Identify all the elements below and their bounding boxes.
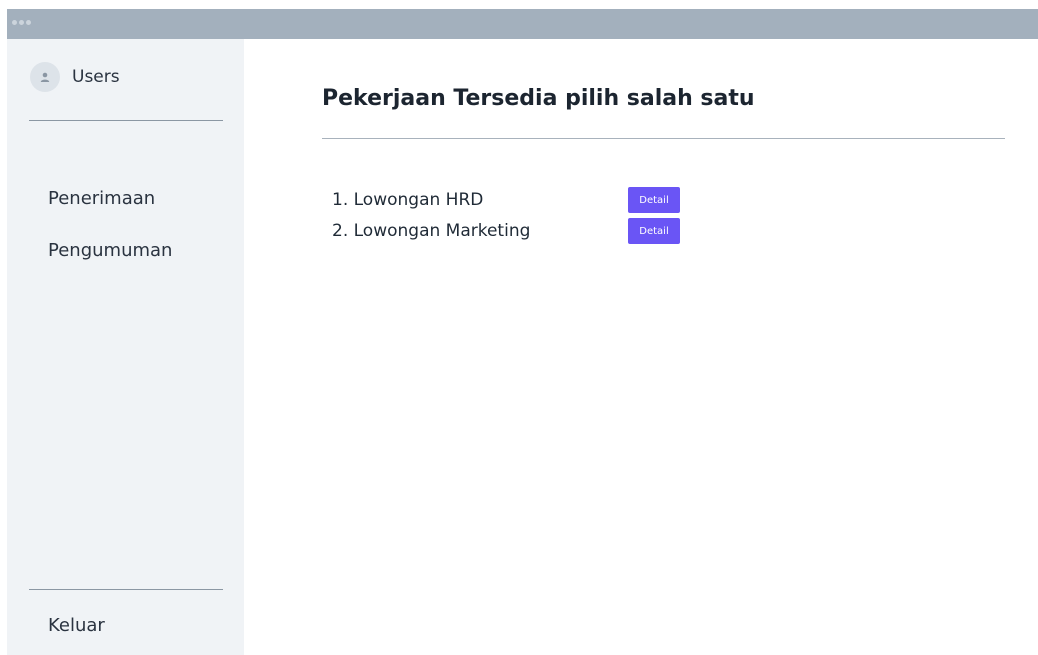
sidebar-item-penerimaan[interactable]: Penerimaan [48, 188, 155, 209]
user-icon [30, 62, 60, 92]
logout-link[interactable]: Keluar [48, 615, 105, 636]
app-window: Users Penerimaan Pengumuman Keluar Peker… [7, 9, 1038, 655]
page: Users Penerimaan Pengumuman Keluar Peker… [0, 0, 1038, 655]
page-title: Pekerjaan Tersedia pilih salah satu [322, 86, 755, 111]
sidebar-divider-top [29, 120, 223, 121]
main-content: Pekerjaan Tersedia pilih salah satu 1. L… [244, 39, 1038, 655]
job-label: 1. Lowongan HRD [332, 190, 484, 210]
maximize-dot-icon[interactable] [26, 20, 31, 25]
user-profile[interactable]: Users [30, 62, 120, 92]
sidebar: Users Penerimaan Pengumuman Keluar [7, 39, 244, 655]
close-dot-icon[interactable] [12, 20, 17, 25]
sidebar-divider-bottom [29, 589, 223, 590]
minimize-dot-icon[interactable] [19, 20, 24, 25]
window-controls [12, 20, 31, 25]
detail-button-marketing[interactable]: Detail [628, 218, 680, 244]
job-label: 2. Lowongan Marketing [332, 221, 531, 241]
job-row: 2. Lowongan Marketing Detail [332, 218, 680, 244]
job-row: 1. Lowongan HRD Detail [332, 187, 680, 213]
user-label: Users [72, 67, 120, 87]
detail-button-hrd[interactable]: Detail [628, 187, 680, 213]
title-divider [322, 138, 1005, 139]
window-titlebar [7, 9, 1038, 39]
sidebar-item-pengumuman[interactable]: Pengumuman [48, 240, 172, 261]
